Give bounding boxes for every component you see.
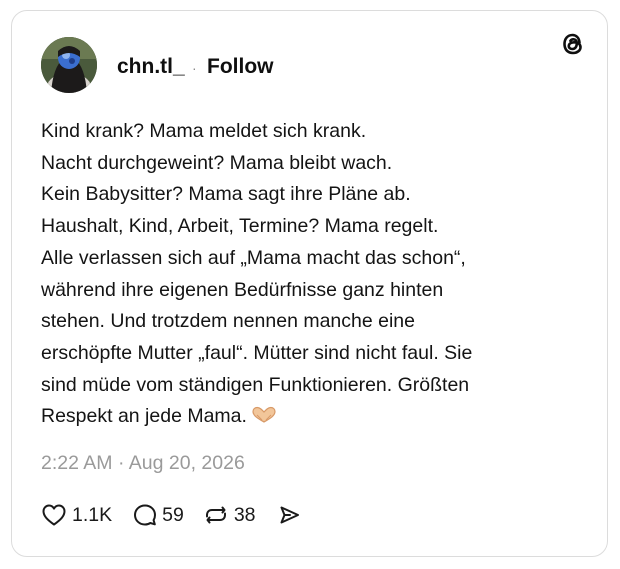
post-body-line: Alle verlassen sich auf „Mama macht das …: [41, 246, 466, 269]
post-body: Kind krank? Mama meldet sich krank. Nach…: [41, 116, 581, 433]
post-body-line: Kind krank? Mama meldet sich krank.: [41, 120, 367, 142]
threads-logo-icon[interactable]: [558, 29, 588, 59]
heart-hands-emoji-icon: [251, 406, 277, 424]
post-body-line: Respekt an jede Mama.: [41, 405, 247, 428]
share-button[interactable]: [277, 503, 301, 527]
post-body-line: Nacht durchgeweint? Mama bleibt wach.: [41, 151, 393, 174]
author-username[interactable]: chn.tl_: [117, 55, 185, 79]
post-body-line: Kein Babysitter? Mama sagt ihre Pläne ab…: [41, 183, 411, 206]
profile-avatar-image: [41, 37, 97, 93]
avatar[interactable]: [41, 37, 97, 93]
send-icon: [277, 503, 301, 527]
like-count: 1.1K: [72, 503, 113, 526]
action-bar: 1.1K 59 38: [41, 500, 301, 530]
comment-icon: [133, 503, 157, 527]
repost-button[interactable]: 38: [203, 503, 256, 527]
post-body-line: während ihre eigenen Bedürfnisse ganz hi…: [41, 278, 444, 301]
post-body-line: stehen. Und trotzdem nennen manche eine: [41, 310, 415, 333]
repost-count: 38: [233, 503, 256, 526]
post-timestamp[interactable]: 2:22 AM · Aug 20, 2026: [41, 452, 245, 475]
comment-count: 59: [162, 503, 184, 526]
comment-button[interactable]: 59: [133, 503, 184, 527]
post-body-line: sind müde vom ständigen Funktionieren. G…: [41, 373, 470, 396]
follow-button[interactable]: Follow: [207, 55, 274, 79]
post-body-line: Haushalt, Kind, Arbeit, Termine? Mama re…: [41, 215, 439, 238]
repost-icon: [203, 503, 229, 527]
post-body-line: erschöpfte Mutter „faul“. Mütter sind ni…: [41, 341, 473, 364]
post-body-last-line: Respekt an jede Mama.: [41, 401, 581, 433]
heart-icon: [41, 503, 67, 527]
like-button[interactable]: 1.1K: [41, 503, 112, 527]
separator-dot: ·: [192, 60, 197, 76]
